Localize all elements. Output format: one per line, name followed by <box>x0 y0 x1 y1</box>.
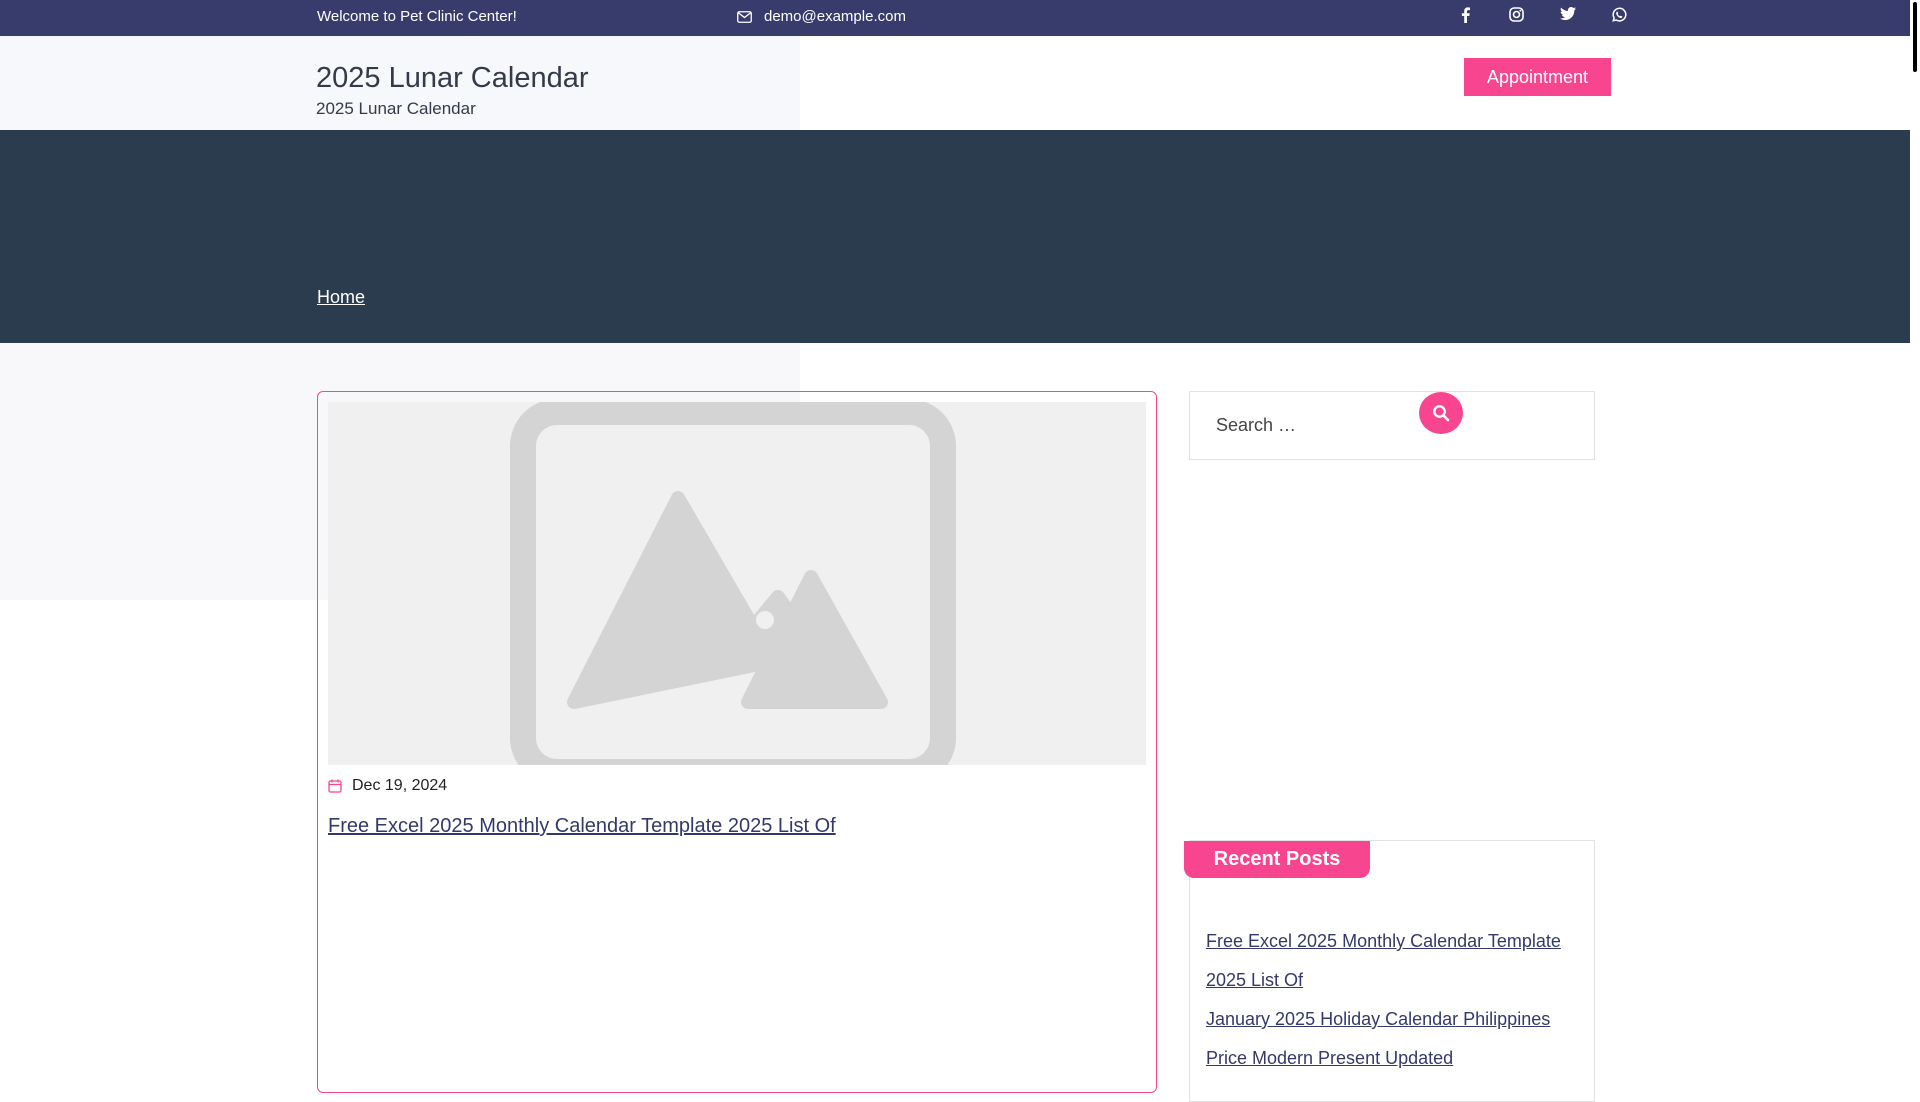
recent-posts-widget: Recent Posts Free Excel 2025 Monthly Cal… <box>1184 840 1595 1102</box>
email-text[interactable]: demo@example.com <box>764 8 906 25</box>
welcome-text: Welcome to Pet Clinic Center! <box>317 8 517 25</box>
breadcrumb-home-link[interactable]: Home <box>317 287 365 308</box>
recent-posts-title: Recent Posts <box>1184 841 1370 878</box>
search-icon <box>1433 405 1450 422</box>
search-button[interactable] <box>1419 392 1463 434</box>
image-placeholder-icon <box>328 402 1146 765</box>
post-title-link[interactable]: Free Excel 2025 Monthly Calendar Templat… <box>328 815 836 838</box>
appointment-button[interactable]: Appointment <box>1464 58 1611 96</box>
recent-posts-list: Free Excel 2025 Monthly Calendar Templat… <box>1206 922 1576 1078</box>
top-bar: Welcome to Pet Clinic Center! demo@examp… <box>0 0 1910 36</box>
scrollbar-thumb[interactable] <box>1913 2 1917 72</box>
page-banner: Home <box>0 130 1910 343</box>
envelope-icon <box>737 10 752 23</box>
calendar-icon <box>328 779 342 793</box>
recent-post-link[interactable]: January 2025 Holiday Calendar Philippine… <box>1206 1000 1576 1078</box>
post-date-text: Dec 19, 2024 <box>352 777 448 794</box>
search-widget <box>1189 391 1595 460</box>
site-title[interactable]: 2025 Lunar Calendar <box>316 62 588 95</box>
twitter-icon[interactable] <box>1542 7 1593 23</box>
whatsapp-icon[interactable] <box>1593 7 1644 23</box>
recent-post-link[interactable]: Free Excel 2025 Monthly Calendar Templat… <box>1206 922 1576 1000</box>
site-header: 2025 Lunar Calendar 2025 Lunar Calendar … <box>0 36 1910 130</box>
email-contact[interactable]: demo@example.com <box>737 8 906 25</box>
social-links <box>1440 7 1644 23</box>
post-date: Dec 19, 2024 <box>328 777 447 795</box>
facebook-icon[interactable] <box>1440 7 1491 23</box>
site-tagline: 2025 Lunar Calendar <box>316 99 476 118</box>
search-input[interactable] <box>1214 414 1418 437</box>
post-thumbnail[interactable] <box>328 402 1146 765</box>
instagram-icon[interactable] <box>1491 7 1542 23</box>
post-card: Dec 19, 2024 Free Excel 2025 Monthly Cal… <box>317 391 1157 1093</box>
